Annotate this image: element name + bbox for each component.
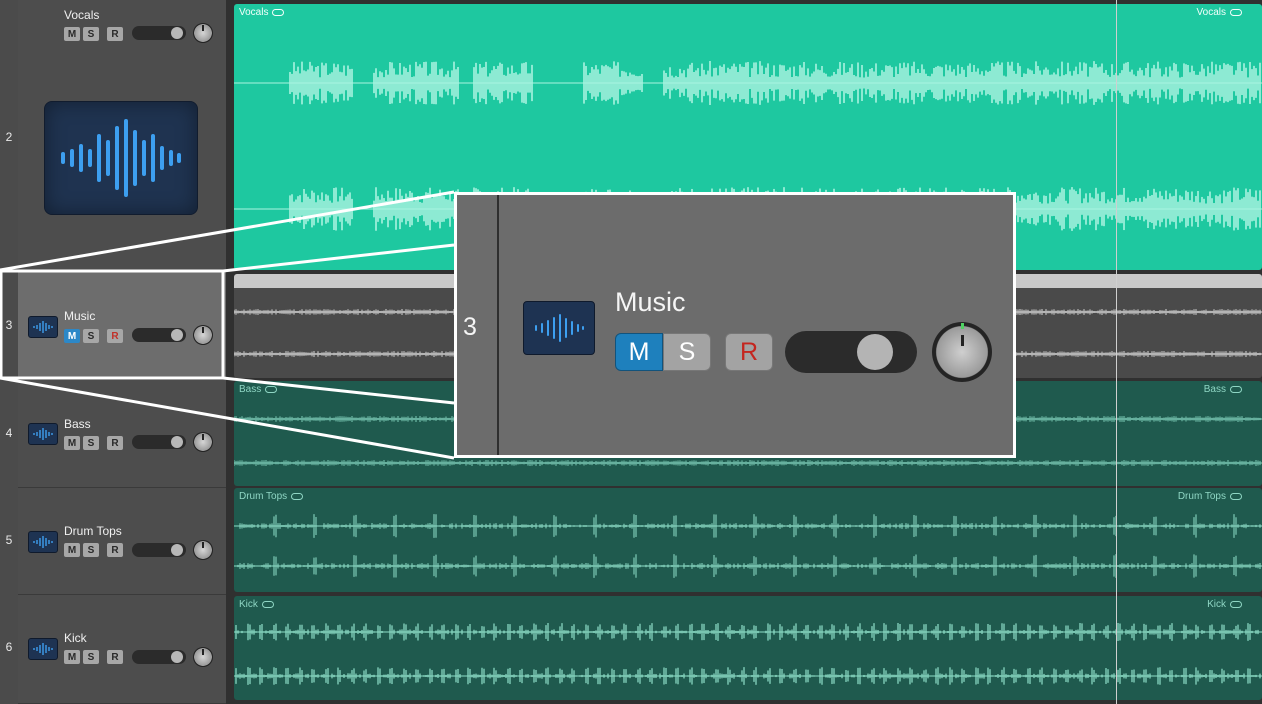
mute-button[interactable]: M: [615, 333, 663, 371]
record-enable-button[interactable]: R: [725, 333, 773, 371]
track-number: 3: [463, 313, 477, 341]
zoomed-track-header-callout: 3 Music M S R: [454, 192, 1016, 458]
track-icon: [523, 301, 595, 355]
solo-button[interactable]: S: [663, 333, 711, 371]
divider: [497, 195, 499, 455]
pan-indicator: [961, 323, 964, 329]
volume-slider[interactable]: [785, 331, 917, 373]
slider-thumb[interactable]: [857, 334, 893, 370]
track-name[interactable]: Music: [615, 287, 686, 318]
pan-knob[interactable]: [932, 322, 992, 382]
waveform-icon: [535, 314, 584, 342]
